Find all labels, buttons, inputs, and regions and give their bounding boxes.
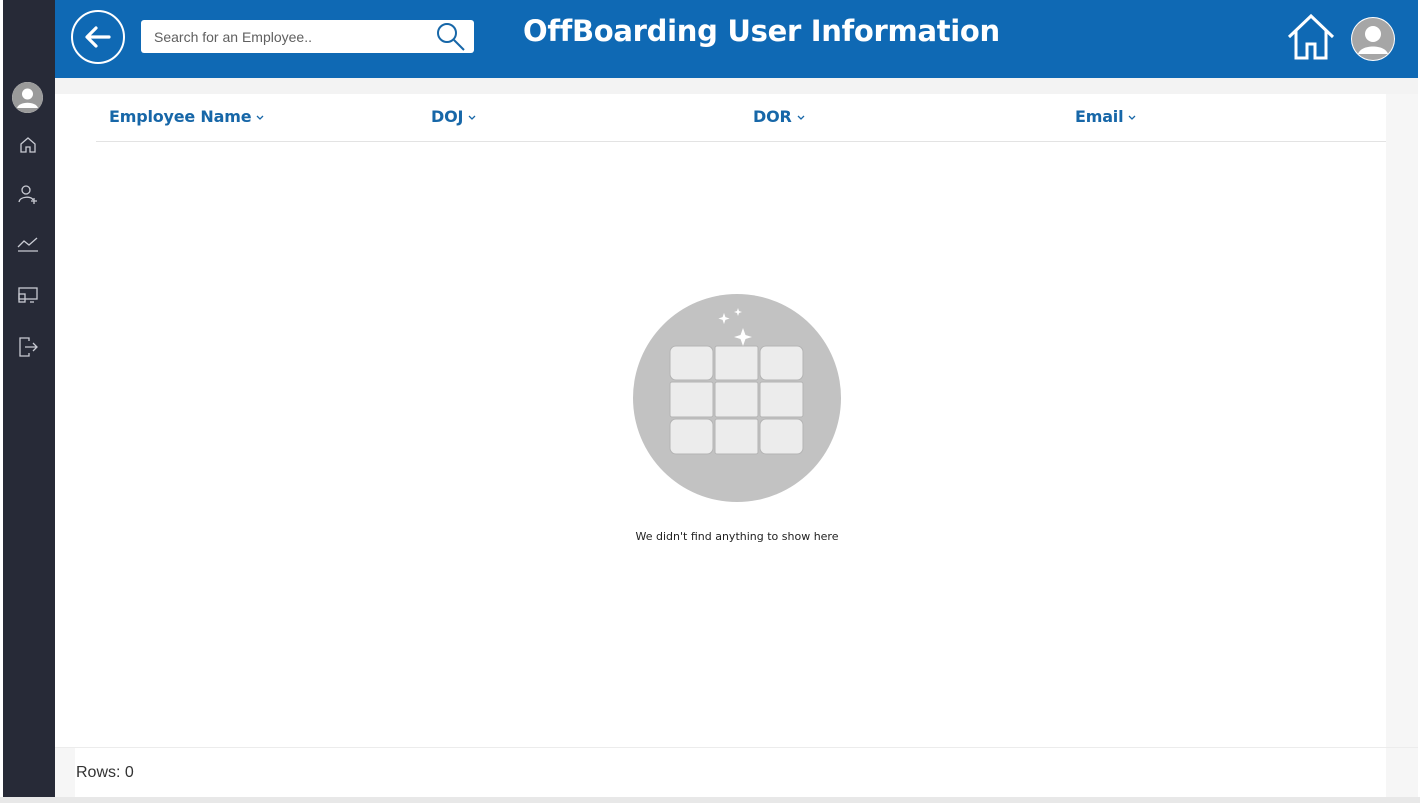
column-label: Email — [1075, 107, 1124, 126]
row-count: Rows: 0 — [76, 764, 134, 781]
sidebar-item-add-user[interactable] — [15, 181, 41, 207]
arrow-left-icon — [85, 26, 111, 48]
add-user-icon — [18, 185, 37, 204]
chevron-down-icon — [1128, 115, 1136, 120]
empty-state-illustration — [633, 294, 841, 502]
sign-out-icon — [19, 337, 38, 357]
sidebar-item-screens[interactable] — [15, 282, 41, 308]
profile-avatar[interactable] — [1351, 17, 1395, 61]
column-label: Employee Name — [109, 107, 252, 126]
empty-grid-icon — [633, 294, 841, 502]
empty-state-message: We didn't find anything to show here — [635, 530, 839, 543]
chevron-down-icon — [797, 115, 805, 120]
screen-layout-icon — [18, 287, 38, 303]
employee-search — [141, 20, 474, 53]
app-window: OffBoarding User Information Employee Na… — [0, 0, 1420, 803]
sidebar-item-analytics[interactable] — [15, 230, 41, 256]
home-icon — [1287, 13, 1335, 60]
chevron-down-icon — [256, 115, 264, 120]
right-gutter — [1386, 94, 1418, 797]
sidebar-item-sign-out[interactable] — [15, 334, 41, 360]
column-label: DOR — [753, 107, 792, 126]
back-button[interactable] — [71, 10, 125, 64]
column-label: DOJ — [431, 107, 464, 126]
search-icon — [436, 22, 465, 51]
table-header: Employee Name DOJ DOR Email — [96, 100, 1386, 142]
search-button[interactable] — [427, 20, 474, 53]
sidebar-avatar[interactable] — [12, 82, 43, 113]
footer-gutter — [55, 748, 75, 797]
home-icon — [20, 137, 36, 153]
sidebar-item-home[interactable] — [15, 132, 41, 158]
trend-chart-icon — [17, 237, 38, 252]
column-header-employee-name[interactable]: Employee Name — [109, 107, 264, 126]
left-sidebar — [3, 0, 55, 797]
window-bottom-edge — [0, 797, 1420, 803]
top-header: OffBoarding User Information — [55, 0, 1418, 78]
page-title: OffBoarding User Information — [523, 14, 1000, 48]
home-button[interactable] — [1286, 13, 1336, 61]
column-header-dor[interactable]: DOR — [753, 107, 805, 126]
chevron-down-icon — [468, 115, 476, 120]
header-divider — [55, 78, 1418, 94]
search-input[interactable] — [141, 20, 426, 53]
column-header-doj[interactable]: DOJ — [431, 107, 476, 126]
table-footer: Rows: 0 — [75, 748, 1386, 797]
user-avatar-icon — [1352, 18, 1394, 60]
column-header-email[interactable]: Email — [1075, 107, 1136, 126]
